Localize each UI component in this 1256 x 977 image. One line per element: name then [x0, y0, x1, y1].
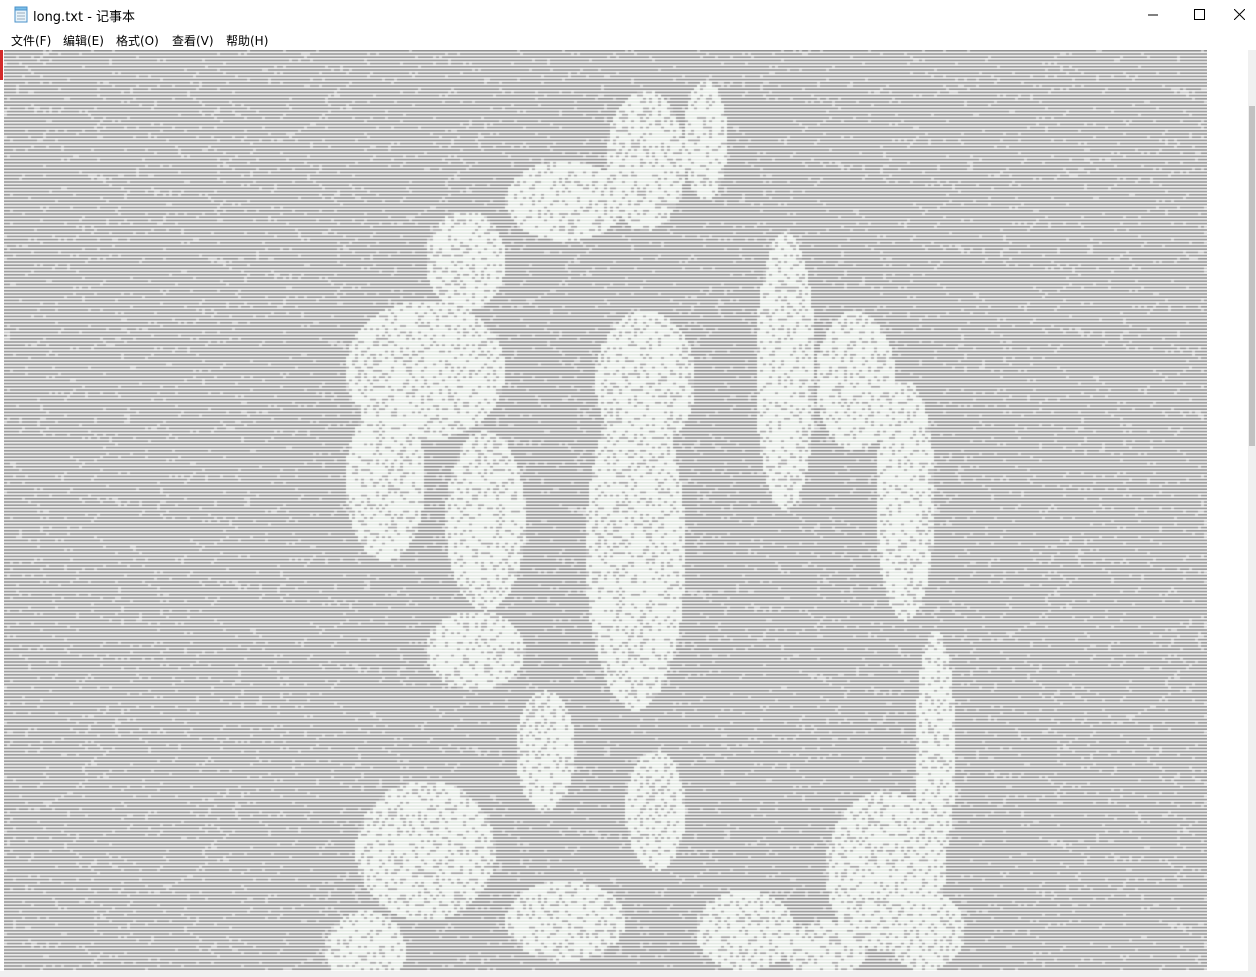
bottom-edge [0, 971, 1256, 977]
minimize-icon [1148, 5, 1158, 24]
left-edge [0, 50, 3, 977]
left-edge-mark [0, 50, 3, 80]
text-content-area[interactable] [4, 50, 1207, 971]
title-bar[interactable]: long.txt - 记事本 [0, 0, 1256, 29]
menu-format[interactable]: 格式(O) [116, 32, 159, 49]
close-button[interactable] [1222, 0, 1256, 29]
scrollbar-thumb[interactable] [1249, 106, 1255, 446]
menu-view[interactable]: 查看(V) [172, 32, 214, 49]
maximize-button[interactable] [1176, 0, 1222, 29]
minimize-button[interactable] [1130, 0, 1176, 29]
menu-bar: 文件(F) 编辑(E) 格式(O) 查看(V) 帮助(H) [0, 29, 1256, 50]
menu-file[interactable]: 文件(F) [11, 32, 51, 49]
vertical-scrollbar[interactable] [1248, 50, 1256, 971]
close-icon [1233, 5, 1245, 24]
text-editor[interactable] [0, 50, 1256, 977]
menu-edit[interactable]: 编辑(E) [63, 32, 104, 49]
window-title: long.txt - 记事本 [33, 10, 136, 25]
menu-help[interactable]: 帮助(H) [226, 32, 268, 49]
maximize-icon [1193, 5, 1205, 24]
notepad-icon [14, 6, 28, 23]
